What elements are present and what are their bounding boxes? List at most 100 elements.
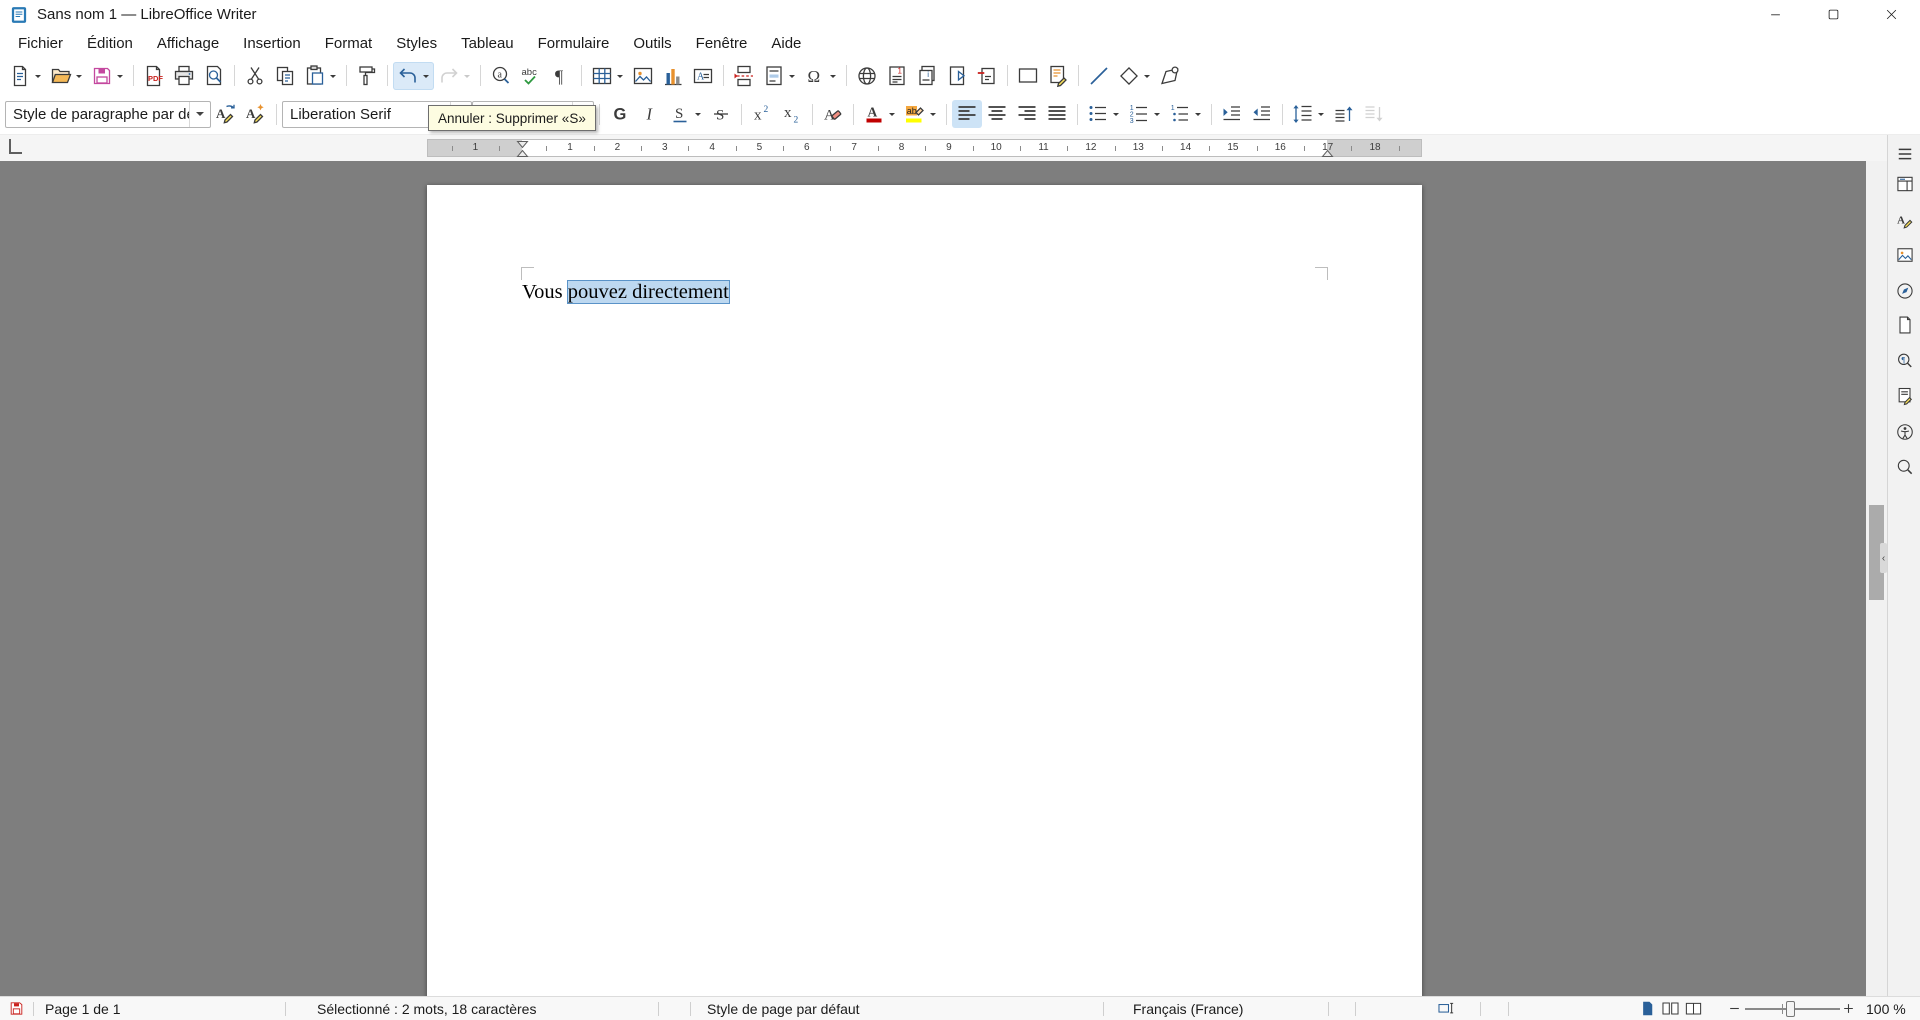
menu-item-affichage[interactable]: Affichage bbox=[145, 32, 231, 55]
insert-table-button[interactable] bbox=[587, 62, 628, 90]
sidebar-tab-accessibility-check[interactable] bbox=[1892, 419, 1918, 445]
page-number-status[interactable]: Page 1 de 1 bbox=[45, 997, 121, 1020]
open-button[interactable] bbox=[46, 62, 87, 90]
horizontal-ruler[interactable]: 1123456789101112131415161718 bbox=[0, 135, 1887, 161]
show-draw-functions-button[interactable] bbox=[1155, 62, 1185, 90]
insert-hyperlink-button[interactable] bbox=[852, 62, 882, 90]
clone-formatting-button[interactable] bbox=[352, 62, 382, 90]
insert-field-button[interactable] bbox=[759, 62, 800, 90]
view-multi-icon[interactable] bbox=[1661, 997, 1680, 1020]
menu-item-outils[interactable]: Outils bbox=[621, 32, 683, 55]
align-right-button[interactable] bbox=[1012, 100, 1042, 128]
zoom-slider-thumb[interactable] bbox=[1786, 1001, 1795, 1017]
minimize-button[interactable] bbox=[1746, 0, 1804, 29]
menu-item-formulaire[interactable]: Formulaire bbox=[526, 32, 622, 55]
paste-button[interactable] bbox=[300, 62, 341, 90]
zoom-in-icon[interactable] bbox=[1842, 997, 1855, 1020]
track-changes-button[interactable] bbox=[1043, 62, 1073, 90]
export-pdf-button[interactable]: PDF bbox=[139, 62, 169, 90]
insert-text-box-button[interactable]: A bbox=[688, 62, 718, 90]
sidebar-tab-manage-changes[interactable] bbox=[1892, 383, 1918, 409]
word-count-status[interactable]: Sélectionné : 2 mots, 18 caractères bbox=[317, 997, 536, 1020]
new-document-dropdown[interactable] bbox=[32, 62, 43, 90]
italic-button[interactable]: I bbox=[635, 100, 665, 128]
insert-field-dropdown[interactable] bbox=[786, 62, 797, 90]
underline-dropdown[interactable] bbox=[692, 100, 703, 128]
view-book-icon[interactable] bbox=[1684, 997, 1703, 1020]
redo-button[interactable] bbox=[434, 62, 475, 90]
document-page[interactable]: Vous pouvez directement bbox=[427, 185, 1422, 996]
undo-dropdown[interactable] bbox=[420, 62, 431, 90]
formatting-marks-button[interactable]: ¶ bbox=[546, 62, 576, 90]
increase-indent-button[interactable] bbox=[1217, 100, 1247, 128]
copy-button[interactable] bbox=[270, 62, 300, 90]
spelling-button[interactable]: abc bbox=[516, 62, 546, 90]
print-preview-button[interactable] bbox=[199, 62, 229, 90]
cut-button[interactable] bbox=[240, 62, 270, 90]
menu-item-format[interactable]: Format bbox=[313, 32, 385, 55]
insert-cross-reference-button[interactable] bbox=[972, 62, 1002, 90]
highlight-color-dropdown[interactable] bbox=[927, 100, 938, 128]
sidebar-tab-find[interactable] bbox=[1892, 454, 1918, 480]
insert-special-character-button[interactable]: Ω bbox=[800, 62, 841, 90]
vertical-scrollbar[interactable]: ‹ bbox=[1866, 161, 1887, 996]
bullet-list-button[interactable] bbox=[1083, 100, 1124, 128]
document-canvas[interactable]: Vous pouvez directement bbox=[0, 161, 1866, 996]
font-color-button[interactable]: A bbox=[859, 100, 900, 128]
new-document-button[interactable] bbox=[5, 62, 46, 90]
close-button[interactable] bbox=[1862, 0, 1920, 29]
menu-item-tableau[interactable]: Tableau bbox=[449, 32, 526, 55]
find-replace-button[interactable]: a bbox=[486, 62, 516, 90]
update-style-button[interactable]: A bbox=[211, 100, 241, 128]
menu-item-fenetre[interactable]: Fenêtre bbox=[684, 32, 760, 55]
new-style-button[interactable]: A bbox=[241, 100, 271, 128]
increase-paragraph-spacing-button[interactable] bbox=[1329, 100, 1359, 128]
justify-button[interactable] bbox=[1042, 100, 1072, 128]
selection-mode-icon[interactable] bbox=[1437, 997, 1456, 1020]
sidebar-tab-gallery[interactable] bbox=[1892, 242, 1918, 268]
insert-image-button[interactable] bbox=[628, 62, 658, 90]
insert-endnote-button[interactable]: i bbox=[912, 62, 942, 90]
open-dropdown[interactable] bbox=[73, 62, 84, 90]
sidebar-tab-page[interactable] bbox=[1892, 312, 1918, 338]
ruler-band[interactable]: 1123456789101112131415161718 bbox=[427, 139, 1422, 157]
line-spacing-button[interactable] bbox=[1288, 100, 1329, 128]
paste-dropdown[interactable] bbox=[327, 62, 338, 90]
superscript-button[interactable]: x2 bbox=[747, 100, 777, 128]
decrease-paragraph-spacing-button[interactable] bbox=[1359, 100, 1389, 128]
view-single-icon[interactable] bbox=[1638, 997, 1657, 1020]
document-modified-icon[interactable] bbox=[8, 997, 25, 1020]
insert-page-break-button[interactable] bbox=[729, 62, 759, 90]
strikethrough-button[interactable]: S bbox=[706, 100, 736, 128]
align-center-button[interactable] bbox=[982, 100, 1012, 128]
bold-button[interactable]: G bbox=[605, 100, 635, 128]
numbered-list-dropdown[interactable] bbox=[1151, 100, 1162, 128]
sidebar-tab-styles[interactable]: A bbox=[1892, 207, 1918, 233]
line-spacing-dropdown[interactable] bbox=[1315, 100, 1326, 128]
insert-footnote-button[interactable]: 1 bbox=[882, 62, 912, 90]
basic-shapes-button[interactable] bbox=[1114, 62, 1155, 90]
paragraph-style-dropdown[interactable] bbox=[189, 102, 210, 127]
insert-line-button[interactable] bbox=[1084, 62, 1114, 90]
outline-list-dropdown[interactable] bbox=[1192, 100, 1203, 128]
redo-dropdown[interactable] bbox=[461, 62, 472, 90]
language-status[interactable]: Français (France) bbox=[1133, 997, 1243, 1020]
paragraph-text[interactable]: Vous pouvez directement bbox=[522, 279, 729, 305]
numbered-list-button[interactable]: 123 bbox=[1124, 100, 1165, 128]
left-indent-marker[interactable] bbox=[516, 140, 529, 163]
basic-shapes-dropdown[interactable] bbox=[1141, 62, 1152, 90]
sidebar-tab-properties[interactable] bbox=[1892, 171, 1918, 197]
menu-item-fichier[interactable]: Fichier bbox=[6, 32, 75, 55]
outline-list-button[interactable]: 1 bbox=[1165, 100, 1206, 128]
decrease-indent-button[interactable] bbox=[1247, 100, 1277, 128]
highlight-color-button[interactable]: ab bbox=[900, 100, 941, 128]
right-indent-marker[interactable] bbox=[1321, 140, 1334, 163]
sidebar-tab-sidebar-settings[interactable] bbox=[1892, 141, 1918, 167]
undo-button[interactable] bbox=[393, 62, 434, 90]
sidebar-collapse-handle[interactable]: ‹ bbox=[1880, 543, 1887, 573]
insert-table-dropdown[interactable] bbox=[614, 62, 625, 90]
tab-stop-selector-icon[interactable] bbox=[9, 139, 22, 154]
maximize-button[interactable] bbox=[1804, 0, 1862, 29]
paragraph-style-combo[interactable]: Style de paragraphe par déf bbox=[5, 101, 211, 128]
sidebar-tab-style-inspector[interactable]: ¶ bbox=[1892, 348, 1918, 374]
